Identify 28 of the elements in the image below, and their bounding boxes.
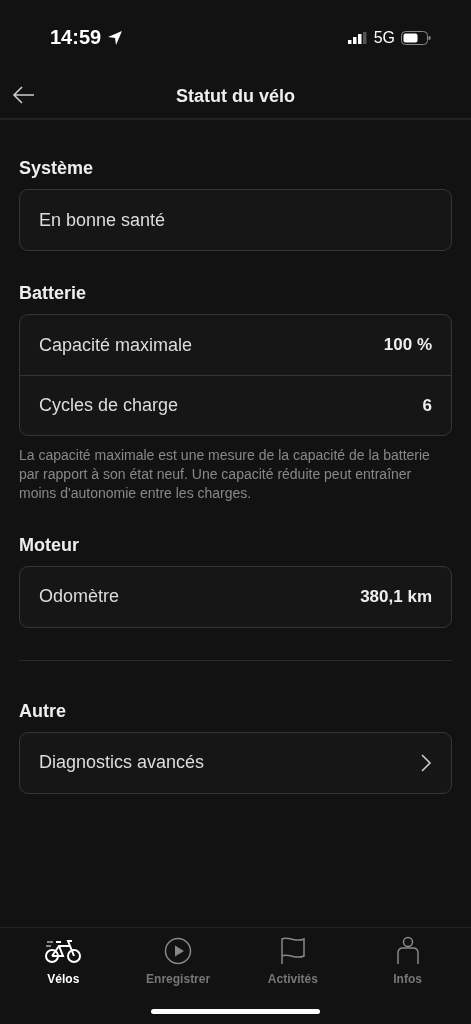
battery-icon [401, 30, 431, 45]
section-title: Moteur [19, 534, 80, 556]
row-label: Odomètre [39, 586, 120, 608]
menu-item[interactable]: Diagnostics avancés [20, 732, 451, 793]
tab[interactable]: Vélos [8, 936, 119, 986]
network-label: 5G [373, 28, 395, 47]
person-icon [395, 936, 420, 966]
row-value: 6 [422, 395, 432, 416]
tab[interactable]: Enregistrer [123, 936, 234, 986]
signal-icon [347, 31, 368, 44]
screen-title: Statut du vélo [176, 86, 295, 107]
play-icon [164, 937, 193, 965]
location-arrow-icon [107, 29, 124, 46]
info-text: La capacité maximale est une mesure de la capacité de la batterie par rapport à son état neuf. Une capacité réduite peut entraîner moins d'autonomie entre les charges. [19, 446, 431, 503]
row-value: 100 % [383, 335, 432, 355]
bicycle-icon [44, 938, 83, 964]
status-time: 14:59 [50, 26, 102, 49]
section-title: Système [19, 158, 95, 179]
tab[interactable]: Infos [352, 936, 463, 986]
tab[interactable]: Activités [237, 936, 348, 986]
flag-icon [278, 937, 307, 965]
row-label: Cycles de charge [39, 395, 179, 416]
section-title: Batterie [19, 283, 88, 304]
row-label: Capacité maximale [39, 334, 193, 356]
row-value: 380,1 km [360, 586, 432, 607]
section-title: Autre [19, 700, 67, 722]
status-text: En bonne santé [39, 209, 166, 231]
chevron-icon [420, 752, 432, 773]
